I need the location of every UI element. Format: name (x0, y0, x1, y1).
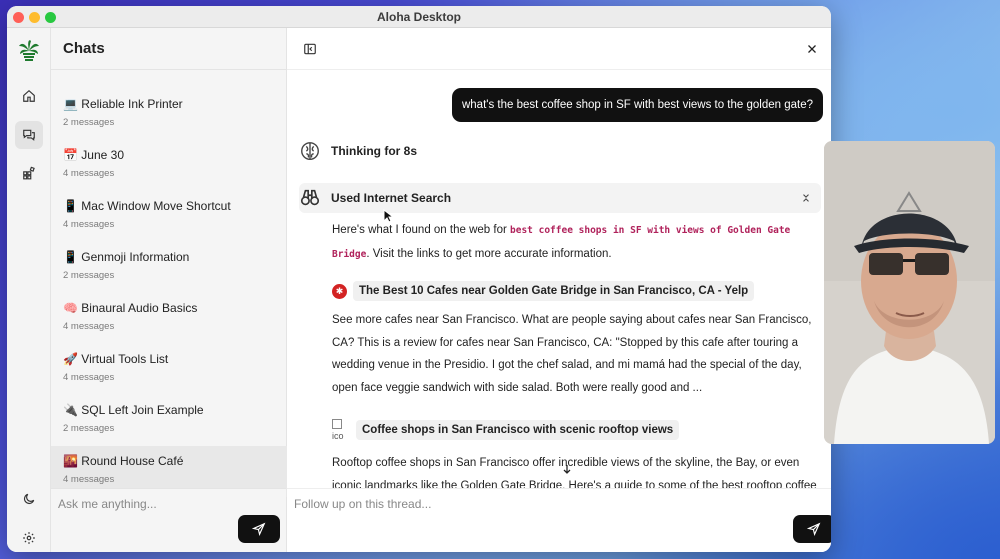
scroll-down-icon[interactable] (558, 460, 576, 478)
followup-input[interactable]: Follow up on this thread... (287, 488, 831, 552)
chat-message-count: 4 messages (63, 321, 115, 332)
chat-message-count: 4 messages (63, 372, 115, 383)
new-chat-input[interactable]: Ask me anything... (51, 488, 286, 552)
chat-list-item[interactable]: 📅 June 30 4 messages (51, 140, 287, 191)
chat-emoji: 📱 (63, 199, 78, 213)
result-title[interactable]: The Best 10 Cafes near Golden Gate Bridg… (353, 281, 755, 301)
home-icon[interactable] (15, 82, 43, 110)
search-tool-step[interactable]: Used Internet Search (299, 183, 821, 213)
chat-emoji: 🔌 (63, 403, 78, 417)
chat-message-count: 2 messages (63, 117, 115, 128)
chat-list-item[interactable]: 🚀 Virtual Tools List 4 messages (51, 344, 287, 395)
chat-title: Binaural Audio Basics (81, 301, 198, 315)
chat-list-item[interactable]: 📱 Genmoji Information 2 messages (51, 242, 287, 293)
close-icon[interactable] (803, 40, 821, 58)
mouse-cursor (383, 209, 393, 223)
new-chat-placeholder: Ask me anything... (58, 497, 157, 511)
webcam-overlay (824, 141, 995, 444)
send-icon (252, 522, 266, 536)
chat-list-item[interactable]: 🔌 SQL Left Join Example 2 messages (51, 395, 287, 446)
chat-list-item[interactable]: 📱 Mac Window Move Shortcut 4 messages (51, 191, 287, 242)
result-title[interactable]: Coffee shops in San Francisco with sceni… (356, 420, 680, 440)
tool-label: Used Internet Search (331, 191, 452, 205)
theme-toggle-icon[interactable] (15, 485, 43, 513)
sidebar-title: Chats (51, 28, 286, 70)
followup-placeholder: Follow up on this thread... (294, 497, 432, 511)
chat-main: what's the best coffee shop in SF with b… (287, 28, 831, 552)
app-logo (15, 36, 43, 64)
binoculars-icon (300, 189, 320, 206)
brain-icon (301, 142, 319, 160)
search-intro: Here's what I found on the web for best … (332, 219, 821, 266)
send-icon (807, 522, 821, 536)
user-message: what's the best coffee shop in SF with b… (451, 88, 823, 122)
toggle-sidebar-icon[interactable] (301, 40, 319, 58)
thinking-label: Thinking for 8s (331, 144, 418, 158)
chat-emoji: 📅 (63, 148, 78, 162)
result-heading[interactable]: ✱ The Best 10 Cafes near Golden Gate Bri… (332, 279, 755, 303)
send-followup-button[interactable] (793, 515, 831, 543)
chat-message-count: 2 messages (63, 423, 115, 434)
intro-text-after: . Visit the links to get more accurate i… (366, 247, 612, 260)
chat-emoji: 🌇 (63, 454, 78, 468)
main-toolbar (287, 28, 831, 70)
chat-title: June 30 (81, 148, 124, 162)
chat-list-item[interactable]: 🧠 Binaural Audio Basics 4 messages (51, 293, 287, 344)
window-title: Aloha Desktop (376, 10, 461, 24)
chat-title: Round House Café (81, 454, 184, 468)
thinking-step[interactable]: Thinking for 8s (299, 136, 821, 166)
chat-message-count: 4 messages (63, 168, 115, 179)
chat-emoji: 💻 (63, 97, 78, 111)
nav-rail (7, 28, 51, 552)
chat-message-count: 2 messages (63, 270, 115, 281)
result-snippet: See more cafes near San Francisco. What … (332, 314, 812, 394)
chat-title: Virtual Tools List (81, 352, 169, 366)
chat-emoji: 🚀 (63, 352, 78, 366)
settings-icon[interactable] (15, 524, 43, 552)
send-button[interactable] (238, 515, 280, 543)
chevron-collapse-icon[interactable] (801, 193, 811, 203)
chat-emoji: 📱 (63, 250, 78, 264)
broken-image-icon: ico (332, 419, 350, 441)
chats-icon[interactable] (15, 121, 43, 149)
chat-list-item[interactable]: 💻 Reliable Ink Printer 2 messages (51, 89, 287, 140)
chat-sidebar: Chats 💻 Reliable Ink Printer 2 messages … (51, 28, 287, 552)
yelp-icon: ✱ (332, 283, 347, 299)
chat-title: Mac Window Move Shortcut (81, 199, 231, 213)
webcam-person-image (824, 141, 995, 444)
broken-image-alt: ico (332, 431, 344, 441)
chat-title: SQL Left Join Example (81, 403, 204, 417)
chat-emoji: 🧠 (63, 301, 78, 315)
title-bar: Aloha Desktop (7, 6, 831, 28)
chat-title: Genmoji Information (81, 250, 190, 264)
apps-icon[interactable] (15, 159, 43, 187)
chat-message-count: 4 messages (63, 474, 115, 485)
result-heading[interactable]: ico Coffee shops in San Francisco with s… (332, 413, 680, 447)
chat-message-count: 4 messages (63, 219, 115, 230)
intro-text: Here's what I found on the web for (332, 224, 510, 236)
app-window: Aloha Desktop Chats 💻 Reliable Ink Print… (7, 6, 831, 552)
chat-title: Reliable Ink Printer (81, 97, 183, 111)
